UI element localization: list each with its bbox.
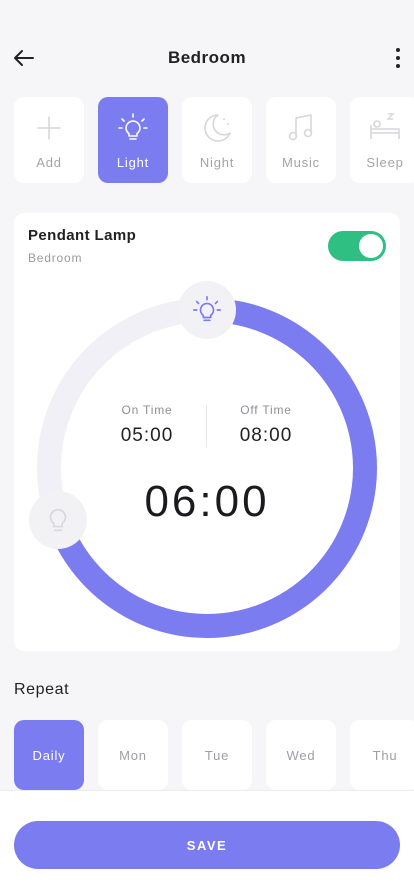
timer-dial[interactable] <box>14 213 400 651</box>
page-title: Bedroom <box>167 48 247 67</box>
day-thu[interactable]: Thu <box>350 720 414 790</box>
day-mon[interactable]: Mon <box>98 720 168 790</box>
mode-music-button[interactable]: Music <box>266 97 336 183</box>
save-button[interactable]: SAVE <box>14 821 400 869</box>
mode-label: Light <box>116 155 150 170</box>
day-daily[interactable]: Daily <box>14 720 84 790</box>
mode-label: Night <box>199 155 235 170</box>
mode-sleep-button[interactable]: Sleep <box>350 97 414 183</box>
mode-label: Add <box>36 155 62 170</box>
mode-label: Sleep <box>366 155 404 170</box>
mode-label: Music <box>282 155 320 170</box>
off-time-value: 08:00 <box>239 425 293 446</box>
plus-icon <box>32 111 66 145</box>
lightbulb-icon <box>193 296 221 322</box>
day-wed[interactable]: Wed <box>266 720 336 790</box>
end-handle[interactable] <box>178 281 236 339</box>
mode-add-button[interactable]: Add <box>14 97 84 183</box>
mode-night-button[interactable]: Night <box>182 97 252 183</box>
off-time-label: Off Time <box>240 403 292 417</box>
on-time[interactable]: On Time 05:00 <box>97 403 197 447</box>
more-vertical-icon <box>396 48 400 52</box>
repeat-title: Repeat <box>14 681 70 698</box>
current-time: 06:00 <box>144 477 270 526</box>
off-time[interactable]: Off Time 08:00 <box>216 403 316 447</box>
on-time-label: On Time <box>121 403 173 417</box>
on-time-value: 05:00 <box>120 425 174 446</box>
lightbulb-icon <box>116 111 150 145</box>
moon-icon <box>200 111 234 145</box>
repeat-days: Daily Mon Tue Wed Thu <box>14 720 414 790</box>
music-note-icon <box>284 111 318 145</box>
mode-selector: Add Light Night Music Sleep <box>14 97 414 183</box>
bed-icon <box>368 111 402 145</box>
footer: SAVE <box>0 790 414 896</box>
day-tue[interactable]: Tue <box>182 720 252 790</box>
time-divider <box>206 405 207 447</box>
header: Bedroom <box>0 36 414 80</box>
mode-light-button[interactable]: Light <box>98 97 168 183</box>
more-options-button[interactable] <box>386 42 410 74</box>
device-card: Pendant Lamp Bedroom On Time 05:00 Off T… <box>14 213 400 651</box>
